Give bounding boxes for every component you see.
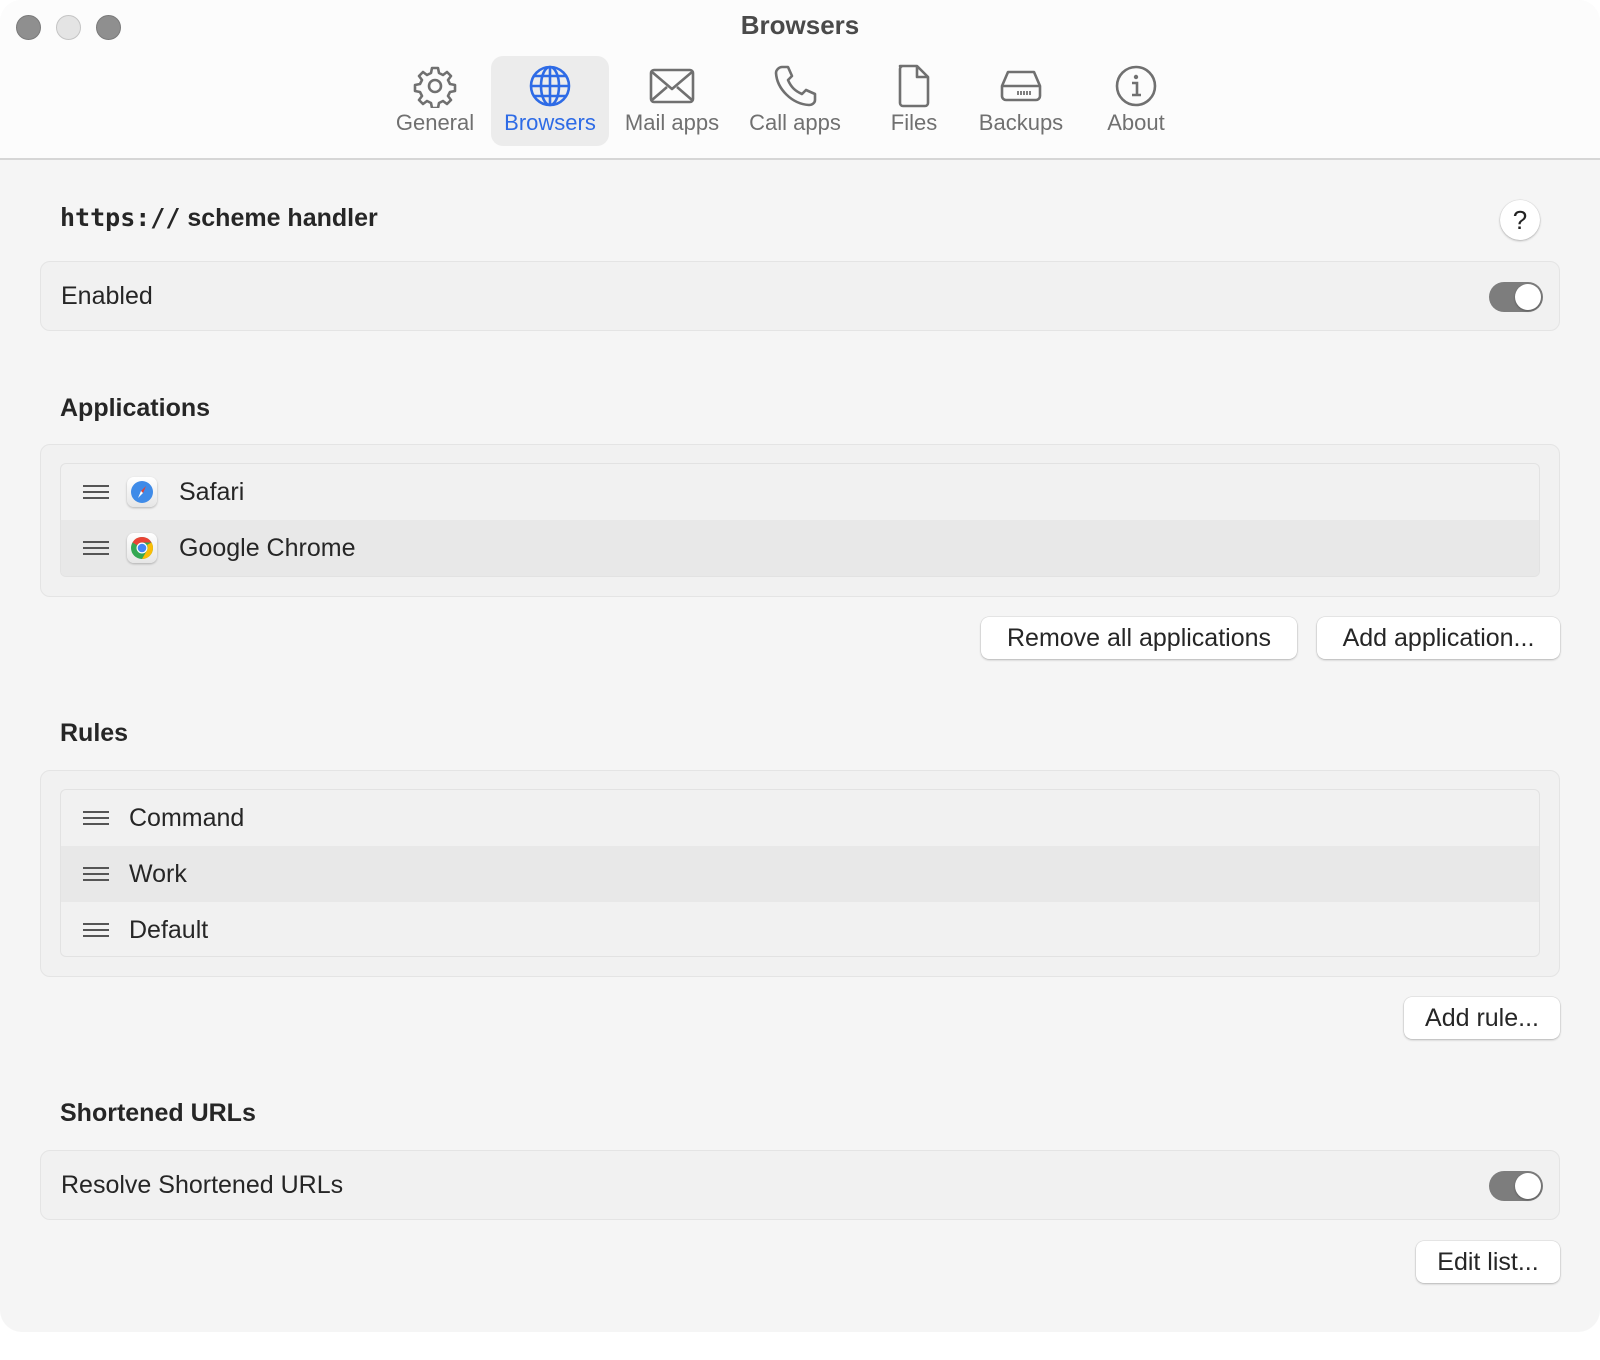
tab-label: Mail apps	[624, 110, 720, 135]
drag-handle-icon[interactable]	[83, 923, 109, 937]
tab-label: General	[395, 110, 475, 135]
help-button[interactable]: ?	[1500, 200, 1540, 240]
applications-group: Safari Google Chrome	[40, 444, 1560, 597]
remove-all-applications-button[interactable]: Remove all applications	[981, 617, 1297, 659]
add-application-button[interactable]: Add application...	[1317, 617, 1560, 659]
tab-label: About	[1107, 110, 1165, 135]
phone-icon	[774, 65, 817, 107]
tab-label: Call apps	[749, 110, 841, 135]
applications-section-title: Applications	[60, 394, 211, 422]
preferences-tabs: General Browsers Mail apps Call apps Fil…	[0, 56, 1600, 146]
toolbar: Browsers General Browsers Mail apps Call…	[0, 0, 1600, 160]
tab-backups[interactable]: Backups	[972, 56, 1070, 146]
chrome-icon	[127, 533, 157, 563]
rule-name: Work	[129, 859, 187, 888]
enabled-toggle[interactable]	[1489, 282, 1543, 312]
rules-group: Command Work Default	[40, 770, 1560, 977]
tab-browsers[interactable]: Browsers	[491, 56, 609, 146]
list-item[interactable]: Command	[61, 790, 1539, 846]
rule-name: Command	[129, 803, 245, 832]
drag-handle-icon[interactable]	[83, 485, 109, 499]
resolve-shortened-label: Resolve Shortened URLs	[61, 1171, 344, 1199]
applications-list: Safari Google Chrome	[60, 463, 1540, 577]
application-name: Google Chrome	[179, 533, 356, 562]
add-rule-button[interactable]: Add rule...	[1404, 997, 1560, 1039]
resolve-shortened-toggle[interactable]	[1489, 1171, 1543, 1201]
window-title: Browsers	[740, 10, 860, 40]
application-name: Safari	[179, 477, 245, 506]
tab-call-apps[interactable]: Call apps	[742, 56, 848, 146]
rules-list: Command Work Default	[60, 789, 1540, 957]
safari-icon	[127, 477, 157, 507]
info-icon	[1115, 65, 1157, 107]
drive-icon	[1000, 70, 1042, 102]
gear-icon	[413, 66, 457, 108]
tab-files[interactable]: Files	[882, 56, 946, 146]
list-item[interactable]: Safari	[61, 464, 1539, 520]
rules-section-title: Rules	[60, 719, 129, 747]
shortened-group: Resolve Shortened URLs	[40, 1150, 1560, 1220]
toggle-knob	[1515, 284, 1541, 310]
scheme-section-title: https:// scheme handler	[60, 203, 378, 233]
tab-general[interactable]: General	[392, 56, 478, 146]
preferences-window: Browsers General Browsers Mail apps Call…	[0, 0, 1600, 1332]
list-item[interactable]: Default	[61, 902, 1539, 956]
globe-icon	[529, 65, 571, 107]
enabled-label: Enabled	[61, 282, 153, 310]
document-icon	[898, 64, 930, 108]
edit-list-button[interactable]: Edit list...	[1416, 1241, 1560, 1283]
tab-label: Backups	[978, 110, 1064, 135]
list-item[interactable]: Work	[61, 846, 1539, 902]
tab-label: Browsers	[504, 110, 596, 135]
scheme-title-text: scheme handler	[180, 204, 378, 232]
shortened-section-title: Shortened URLs	[60, 1099, 256, 1127]
toggle-knob	[1515, 1173, 1541, 1199]
drag-handle-icon[interactable]	[83, 867, 109, 881]
envelope-icon	[649, 68, 695, 104]
tab-about[interactable]: About	[1098, 56, 1174, 146]
list-item[interactable]: Google Chrome	[61, 520, 1539, 576]
drag-handle-icon[interactable]	[83, 541, 109, 555]
scheme-code: https://	[60, 203, 181, 232]
tab-label: Files	[890, 110, 938, 135]
enabled-group: Enabled	[40, 261, 1560, 331]
drag-handle-icon[interactable]	[83, 811, 109, 825]
tab-mail-apps[interactable]: Mail apps	[620, 56, 724, 146]
rule-name: Default	[129, 915, 209, 944]
